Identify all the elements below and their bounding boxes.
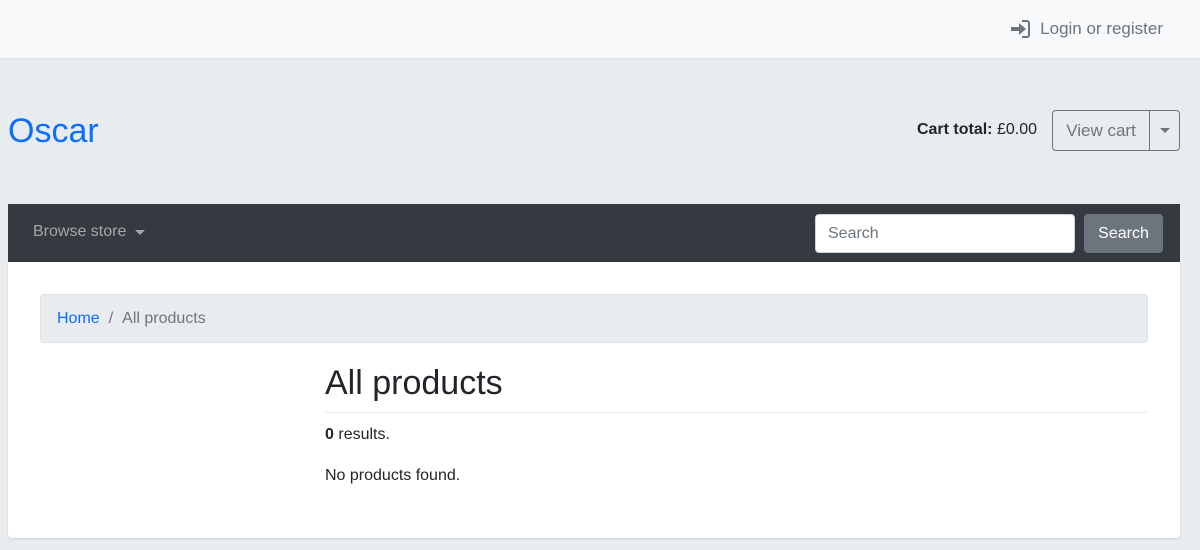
breadcrumb-current: All products xyxy=(122,309,206,327)
page-title: All products xyxy=(325,362,1148,413)
sign-in-icon xyxy=(1011,20,1031,38)
cart-dropdown-toggle[interactable] xyxy=(1150,111,1179,150)
breadcrumb: Home / All products xyxy=(40,294,1148,343)
empty-results-message: No products found. xyxy=(325,467,461,484)
breadcrumb-home-link[interactable]: Home xyxy=(57,310,100,328)
main-content: Home / All products All products 0 resul… xyxy=(8,262,1180,538)
results-count-value: 0 xyxy=(325,426,334,443)
view-cart-button[interactable]: View cart xyxy=(1053,111,1150,150)
cart-total-label: Cart total: xyxy=(916,121,993,138)
results-count-suffix: results. xyxy=(338,426,390,443)
browse-store-label: Browse store xyxy=(33,223,127,240)
site-brand[interactable]: Oscar xyxy=(8,111,99,151)
search-button[interactable]: Search xyxy=(1084,214,1163,253)
browse-store-dropdown[interactable]: Browse store xyxy=(33,223,146,241)
login-register-label: Login or register xyxy=(1040,19,1163,38)
caret-down-icon xyxy=(135,229,146,235)
login-register-link[interactable]: Login or register xyxy=(1010,18,1163,40)
view-cart-button-group: View cart xyxy=(1052,110,1180,151)
search-input[interactable] xyxy=(815,214,1075,253)
main-navbar: Browse store Search xyxy=(8,204,1180,262)
cart-total-value: £0.00 xyxy=(996,121,1037,138)
cart-total: Cart total: £0.00 xyxy=(917,120,1037,140)
breadcrumb-separator: / xyxy=(108,309,114,327)
top-bar: Login or register xyxy=(0,0,1200,59)
results-count: 0 results. xyxy=(325,426,390,444)
caret-down-icon xyxy=(1159,128,1170,133)
